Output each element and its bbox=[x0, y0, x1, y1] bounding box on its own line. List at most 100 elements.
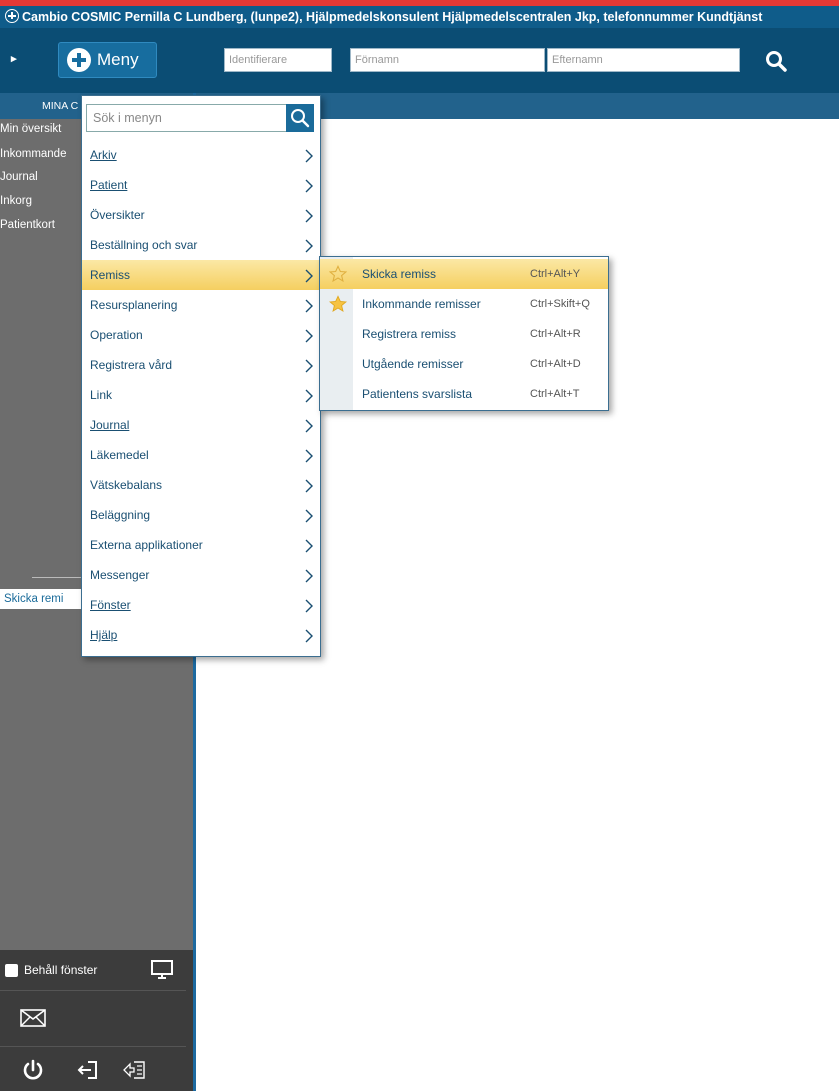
menu-item-oversikter[interactable]: Översikter bbox=[82, 200, 320, 230]
monitor-icon[interactable] bbox=[150, 959, 174, 981]
submenu-item-shortcut: Ctrl+Alt+D bbox=[530, 358, 581, 370]
submenu-item-shortcut: Ctrl+Alt+T bbox=[530, 388, 580, 400]
menu-item-label: Operation bbox=[90, 328, 143, 342]
menu-item-messenger[interactable]: Messenger bbox=[82, 560, 320, 590]
keep-window-row: Behåll fönster bbox=[0, 950, 186, 991]
menu-item-link[interactable]: Link bbox=[82, 380, 320, 410]
menu-button[interactable]: Meny bbox=[58, 42, 157, 78]
menu-item-vatskebalans[interactable]: Vätskebalans bbox=[82, 470, 320, 500]
sidebar-item-inkommande[interactable]: Inkommande bbox=[0, 148, 66, 160]
chevron-right-icon bbox=[305, 569, 313, 583]
menu-item-bestallning-och-svar[interactable]: Beställning och svar bbox=[82, 230, 320, 260]
chevron-right-icon bbox=[305, 179, 313, 193]
chevron-right-icon bbox=[305, 449, 313, 463]
menu-item-operation[interactable]: Operation bbox=[82, 320, 320, 350]
menu-item-label: Journal bbox=[90, 418, 130, 432]
menu-item-label: Beställning och svar bbox=[90, 238, 198, 252]
menu-item-patient[interactable]: Patient bbox=[82, 170, 320, 200]
submenu-item-inkommande-remisser[interactable]: Inkommande remisser Ctrl+Skift+Q bbox=[320, 289, 608, 319]
mail-row bbox=[0, 991, 186, 1047]
title-text: Cambio COSMIC Pernilla C Lundberg, (lunp… bbox=[22, 10, 763, 24]
chevron-right-icon bbox=[305, 479, 313, 493]
search-icon bbox=[291, 109, 310, 128]
menu-item-remiss[interactable]: Remiss bbox=[82, 260, 320, 290]
footer-actions bbox=[0, 1047, 193, 1091]
cambio-logo-icon bbox=[5, 9, 19, 23]
menu-item-arkiv[interactable]: Arkiv bbox=[82, 140, 320, 170]
submenu-item-patientens-svarslista[interactable]: Patientens svarslista Ctrl+Alt+T bbox=[320, 379, 608, 409]
menu-item-resursplanering[interactable]: Resursplanering bbox=[82, 290, 320, 320]
sidebar-item-patientkort[interactable]: Patientkort bbox=[0, 219, 55, 231]
favorite-star-outline-icon[interactable] bbox=[329, 265, 347, 283]
menu-item-label: Externa applikationer bbox=[90, 538, 203, 552]
menu-item-label: Registrera vård bbox=[90, 358, 173, 372]
sidebar-header-label: MINA C bbox=[42, 100, 79, 112]
identifier-input[interactable]: Identifierare bbox=[224, 48, 332, 72]
sidebar-item-min-oversikt[interactable]: Min översikt bbox=[0, 123, 61, 135]
menu-item-hjalp[interactable]: Hjälp bbox=[82, 620, 320, 650]
sidebar-item-inkorg[interactable]: Inkorg bbox=[0, 195, 32, 207]
lastname-input[interactable]: Efternamn bbox=[547, 48, 740, 72]
skip-to-start-icon[interactable]: ▸​ bbox=[11, 52, 17, 65]
menu-item-lakemedel[interactable]: Läkemedel bbox=[82, 440, 320, 470]
submenu-item-registrera-remiss[interactable]: Registrera remiss Ctrl+Alt+R bbox=[320, 319, 608, 349]
menu-item-label: Patient bbox=[90, 178, 128, 192]
menu-item-label: Läkemedel bbox=[90, 448, 149, 462]
menu-item-registrera-vard[interactable]: Registrera vård bbox=[82, 350, 320, 380]
chevron-right-icon bbox=[305, 599, 313, 613]
power-icon[interactable] bbox=[22, 1059, 44, 1081]
remiss-submenu: Skicka remiss Ctrl+Alt+Y Inkommande remi… bbox=[319, 256, 609, 411]
chevron-right-icon bbox=[305, 359, 313, 373]
menu-item-label: Remiss bbox=[90, 268, 131, 282]
submenu-item-shortcut: Ctrl+Skift+Q bbox=[530, 298, 590, 310]
menu-item-journal[interactable]: Journal bbox=[82, 410, 320, 440]
menu-item-label: Resursplanering bbox=[90, 298, 178, 312]
submenu-item-utgaende-remisser[interactable]: Utgående remisser Ctrl+Alt+D bbox=[320, 349, 608, 379]
favorite-star-filled-icon[interactable] bbox=[329, 295, 347, 313]
menu-item-belaggning[interactable]: Beläggning bbox=[82, 500, 320, 530]
main-toolbar: ▸​ Meny Identifierare Förnamn Efternamn bbox=[0, 28, 839, 93]
menu-item-label: Messenger bbox=[90, 568, 150, 582]
sidebar-footer: Behåll fönster bbox=[0, 950, 193, 1091]
menu-item-label: Översikter bbox=[90, 208, 145, 222]
menu-item-label: Vätskebalans bbox=[90, 478, 163, 492]
menu-search-placeholder: Sök i menyn bbox=[93, 111, 162, 125]
menu-item-label: Hjälp bbox=[90, 628, 118, 642]
chevron-right-icon bbox=[305, 629, 313, 643]
menu-item-label: Fönster bbox=[90, 598, 131, 612]
sidebar-item-journal[interactable]: Journal bbox=[0, 171, 38, 183]
submenu-item-shortcut: Ctrl+Alt+R bbox=[530, 328, 581, 340]
chevron-right-icon bbox=[305, 149, 313, 163]
menu-button-label: Meny bbox=[97, 50, 139, 69]
keep-window-label: Behåll fönster bbox=[24, 963, 98, 977]
submenu-item-label: Registrera remiss bbox=[362, 327, 457, 341]
switch-user-icon[interactable] bbox=[122, 1060, 148, 1080]
main-menu-dropdown: Sök i menyn Arkiv Patient Översikter Bes… bbox=[81, 95, 321, 657]
chevron-right-icon bbox=[305, 539, 313, 553]
menu-item-fonster[interactable]: Fönster bbox=[82, 590, 320, 620]
chevron-right-icon bbox=[305, 509, 313, 523]
window-titlebar: Cambio COSMIC Pernilla C Lundberg, (lunp… bbox=[0, 6, 839, 28]
mail-icon[interactable] bbox=[20, 1009, 46, 1027]
menu-item-externa-applikationer[interactable]: Externa applikationer bbox=[82, 530, 320, 560]
chevron-right-icon bbox=[305, 419, 313, 433]
keep-window-checkbox[interactable] bbox=[5, 964, 18, 977]
chevron-right-icon bbox=[305, 389, 313, 403]
plus-icon bbox=[67, 48, 91, 72]
submenu-item-label: Patientens svarslista bbox=[362, 387, 473, 401]
submenu-item-shortcut: Ctrl+Alt+Y bbox=[530, 268, 581, 280]
submenu-item-label: Utgående remisser bbox=[362, 357, 464, 371]
chevron-right-icon bbox=[305, 209, 313, 223]
search-icon[interactable] bbox=[764, 49, 788, 73]
chevron-right-icon bbox=[305, 239, 313, 253]
submenu-item-label: Skicka remiss bbox=[362, 267, 437, 281]
logout-icon[interactable] bbox=[76, 1060, 100, 1080]
submenu-item-skicka-remiss[interactable]: Skicka remiss Ctrl+Alt+Y bbox=[320, 259, 608, 289]
submenu-item-label: Inkommande remisser bbox=[362, 297, 481, 311]
menu-search-button[interactable] bbox=[286, 104, 314, 132]
menu-item-label: Beläggning bbox=[90, 508, 151, 522]
firstname-input[interactable]: Förnamn bbox=[350, 48, 545, 72]
chevron-right-icon bbox=[305, 299, 313, 313]
chevron-right-icon bbox=[305, 269, 313, 283]
menu-search-input[interactable]: Sök i menyn bbox=[86, 104, 314, 132]
